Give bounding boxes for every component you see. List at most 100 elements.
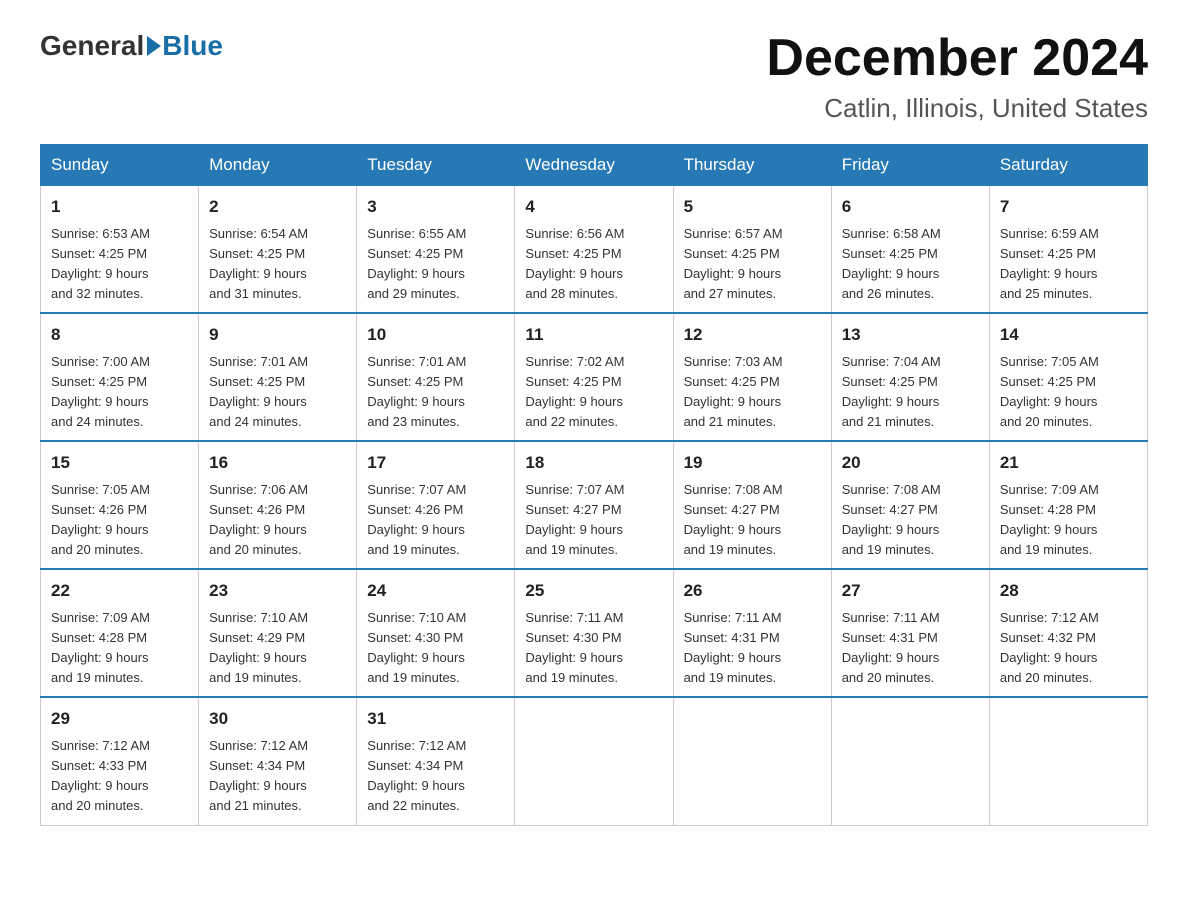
calendar-cell: 7 Sunrise: 6:59 AMSunset: 4:25 PMDaylight…: [989, 186, 1147, 314]
day-number: 16: [209, 450, 346, 476]
day-number: 14: [1000, 322, 1137, 348]
calendar-cell: 26 Sunrise: 7:11 AMSunset: 4:31 PMDayligh…: [673, 569, 831, 697]
day-info: Sunrise: 7:02 AMSunset: 4:25 PMDaylight:…: [525, 352, 662, 433]
day-number: 7: [1000, 194, 1137, 220]
calendar-cell: 23 Sunrise: 7:10 AMSunset: 4:29 PMDayligh…: [199, 569, 357, 697]
calendar-cell: 8Sunrise: 7:00 AMSunset: 4:25 PMDaylight…: [41, 313, 199, 441]
calendar-cell: 24Sunrise: 7:10 AMSunset: 4:30 PMDayligh…: [357, 569, 515, 697]
calendar-cell: 21 Sunrise: 7:09 AMSunset: 4:28 PMDayligh…: [989, 441, 1147, 569]
day-number: 17: [367, 450, 504, 476]
day-info: Sunrise: 7:05 AMSunset: 4:26 PMDaylight:…: [51, 480, 188, 561]
calendar-cell: [989, 697, 1147, 825]
calendar-cell: 13 Sunrise: 7:04 AMSunset: 4:25 PMDayligh…: [831, 313, 989, 441]
day-number: 2: [209, 194, 346, 220]
day-info: Sunrise: 6:59 AMSunset: 4:25 PMDaylight:…: [1000, 224, 1137, 305]
day-number: 9: [209, 322, 346, 348]
day-info: Sunrise: 7:04 AMSunset: 4:25 PMDaylight:…: [842, 352, 979, 433]
calendar-cell: 12Sunrise: 7:03 AMSunset: 4:25 PMDayligh…: [673, 313, 831, 441]
day-number: 24: [367, 578, 504, 604]
week-row-5: 29Sunrise: 7:12 AMSunset: 4:33 PMDayligh…: [41, 697, 1148, 825]
calendar-cell: 20Sunrise: 7:08 AMSunset: 4:27 PMDayligh…: [831, 441, 989, 569]
day-info: Sunrise: 7:05 AMSunset: 4:25 PMDaylight:…: [1000, 352, 1137, 433]
title-section: December 2024 Catlin, Illinois, United S…: [766, 30, 1148, 124]
calendar-cell: 3 Sunrise: 6:55 AMSunset: 4:25 PMDaylight…: [357, 186, 515, 314]
calendar-cell: 14 Sunrise: 7:05 AMSunset: 4:25 PMDayligh…: [989, 313, 1147, 441]
calendar-cell: 1Sunrise: 6:53 AMSunset: 4:25 PMDaylight…: [41, 186, 199, 314]
calendar-cell: 5 Sunrise: 6:57 AMSunset: 4:25 PMDaylight…: [673, 186, 831, 314]
day-info: Sunrise: 7:12 AMSunset: 4:34 PMDaylight:…: [209, 736, 346, 817]
day-info: Sunrise: 7:12 AMSunset: 4:34 PMDaylight:…: [367, 736, 504, 817]
day-number: 26: [684, 578, 821, 604]
header-tuesday: Tuesday: [357, 145, 515, 186]
location-title: Catlin, Illinois, United States: [766, 93, 1148, 124]
day-info: Sunrise: 7:10 AMSunset: 4:29 PMDaylight:…: [209, 608, 346, 689]
calendar-cell: 9 Sunrise: 7:01 AMSunset: 4:25 PMDaylight…: [199, 313, 357, 441]
day-info: Sunrise: 7:06 AMSunset: 4:26 PMDaylight:…: [209, 480, 346, 561]
day-info: Sunrise: 7:11 AMSunset: 4:30 PMDaylight:…: [525, 608, 662, 689]
day-info: Sunrise: 7:08 AMSunset: 4:27 PMDaylight:…: [684, 480, 821, 561]
header-monday: Monday: [199, 145, 357, 186]
day-number: 3: [367, 194, 504, 220]
calendar-cell: 22 Sunrise: 7:09 AMSunset: 4:28 PMDayligh…: [41, 569, 199, 697]
day-number: 25: [525, 578, 662, 604]
day-number: 10: [367, 322, 504, 348]
calendar-cell: 6 Sunrise: 6:58 AMSunset: 4:25 PMDaylight…: [831, 186, 989, 314]
day-number: 30: [209, 706, 346, 732]
day-info: Sunrise: 7:11 AMSunset: 4:31 PMDaylight:…: [684, 608, 821, 689]
logo-blue-text: Blue: [162, 30, 223, 62]
day-info: Sunrise: 7:12 AMSunset: 4:33 PMDaylight:…: [51, 736, 188, 817]
day-info: Sunrise: 7:00 AMSunset: 4:25 PMDaylight:…: [51, 352, 188, 433]
calendar-cell: 10Sunrise: 7:01 AMSunset: 4:25 PMDayligh…: [357, 313, 515, 441]
logo-general-text: General: [40, 30, 144, 62]
calendar-cell: 18 Sunrise: 7:07 AMSunset: 4:27 PMDayligh…: [515, 441, 673, 569]
day-info: Sunrise: 7:09 AMSunset: 4:28 PMDaylight:…: [1000, 480, 1137, 561]
header-thursday: Thursday: [673, 145, 831, 186]
header-wednesday: Wednesday: [515, 145, 673, 186]
header-saturday: Saturday: [989, 145, 1147, 186]
day-info: Sunrise: 6:55 AMSunset: 4:25 PMDaylight:…: [367, 224, 504, 305]
day-number: 5: [684, 194, 821, 220]
week-row-2: 8Sunrise: 7:00 AMSunset: 4:25 PMDaylight…: [41, 313, 1148, 441]
week-row-1: 1Sunrise: 6:53 AMSunset: 4:25 PMDaylight…: [41, 186, 1148, 314]
day-info: Sunrise: 6:54 AMSunset: 4:25 PMDaylight:…: [209, 224, 346, 305]
day-number: 15: [51, 450, 188, 476]
day-number: 19: [684, 450, 821, 476]
calendar-cell: 28Sunrise: 7:12 AMSunset: 4:32 PMDayligh…: [989, 569, 1147, 697]
calendar-cell: [831, 697, 989, 825]
day-number: 23: [209, 578, 346, 604]
calendar-cell: 11 Sunrise: 7:02 AMSunset: 4:25 PMDayligh…: [515, 313, 673, 441]
page-header: General Blue December 2024 Catlin, Illin…: [40, 30, 1148, 124]
calendar-table: SundayMondayTuesdayWednesdayThursdayFrid…: [40, 144, 1148, 825]
day-number: 4: [525, 194, 662, 220]
calendar-header-row: SundayMondayTuesdayWednesdayThursdayFrid…: [41, 145, 1148, 186]
calendar-cell: 25 Sunrise: 7:11 AMSunset: 4:30 PMDayligh…: [515, 569, 673, 697]
day-info: Sunrise: 6:56 AMSunset: 4:25 PMDaylight:…: [525, 224, 662, 305]
logo-arrow-icon: [147, 36, 161, 56]
day-info: Sunrise: 7:03 AMSunset: 4:25 PMDaylight:…: [684, 352, 821, 433]
calendar-cell: 30 Sunrise: 7:12 AMSunset: 4:34 PMDayligh…: [199, 697, 357, 825]
day-info: Sunrise: 7:07 AMSunset: 4:27 PMDaylight:…: [525, 480, 662, 561]
day-number: 6: [842, 194, 979, 220]
calendar-cell: 27 Sunrise: 7:11 AMSunset: 4:31 PMDayligh…: [831, 569, 989, 697]
day-number: 22: [51, 578, 188, 604]
day-info: Sunrise: 7:09 AMSunset: 4:28 PMDaylight:…: [51, 608, 188, 689]
day-number: 21: [1000, 450, 1137, 476]
calendar-cell: 19 Sunrise: 7:08 AMSunset: 4:27 PMDayligh…: [673, 441, 831, 569]
calendar-cell: 15 Sunrise: 7:05 AMSunset: 4:26 PMDayligh…: [41, 441, 199, 569]
day-number: 11: [525, 322, 662, 348]
calendar-cell: 17Sunrise: 7:07 AMSunset: 4:26 PMDayligh…: [357, 441, 515, 569]
logo: General Blue: [40, 30, 223, 62]
day-info: Sunrise: 6:53 AMSunset: 4:25 PMDaylight:…: [51, 224, 188, 305]
calendar-cell: 4 Sunrise: 6:56 AMSunset: 4:25 PMDaylight…: [515, 186, 673, 314]
day-number: 13: [842, 322, 979, 348]
header-sunday: Sunday: [41, 145, 199, 186]
day-info: Sunrise: 6:58 AMSunset: 4:25 PMDaylight:…: [842, 224, 979, 305]
day-number: 18: [525, 450, 662, 476]
day-info: Sunrise: 6:57 AMSunset: 4:25 PMDaylight:…: [684, 224, 821, 305]
calendar-cell: [515, 697, 673, 825]
day-info: Sunrise: 7:11 AMSunset: 4:31 PMDaylight:…: [842, 608, 979, 689]
day-number: 27: [842, 578, 979, 604]
day-number: 28: [1000, 578, 1137, 604]
calendar-cell: [673, 697, 831, 825]
day-info: Sunrise: 7:01 AMSunset: 4:25 PMDaylight:…: [209, 352, 346, 433]
